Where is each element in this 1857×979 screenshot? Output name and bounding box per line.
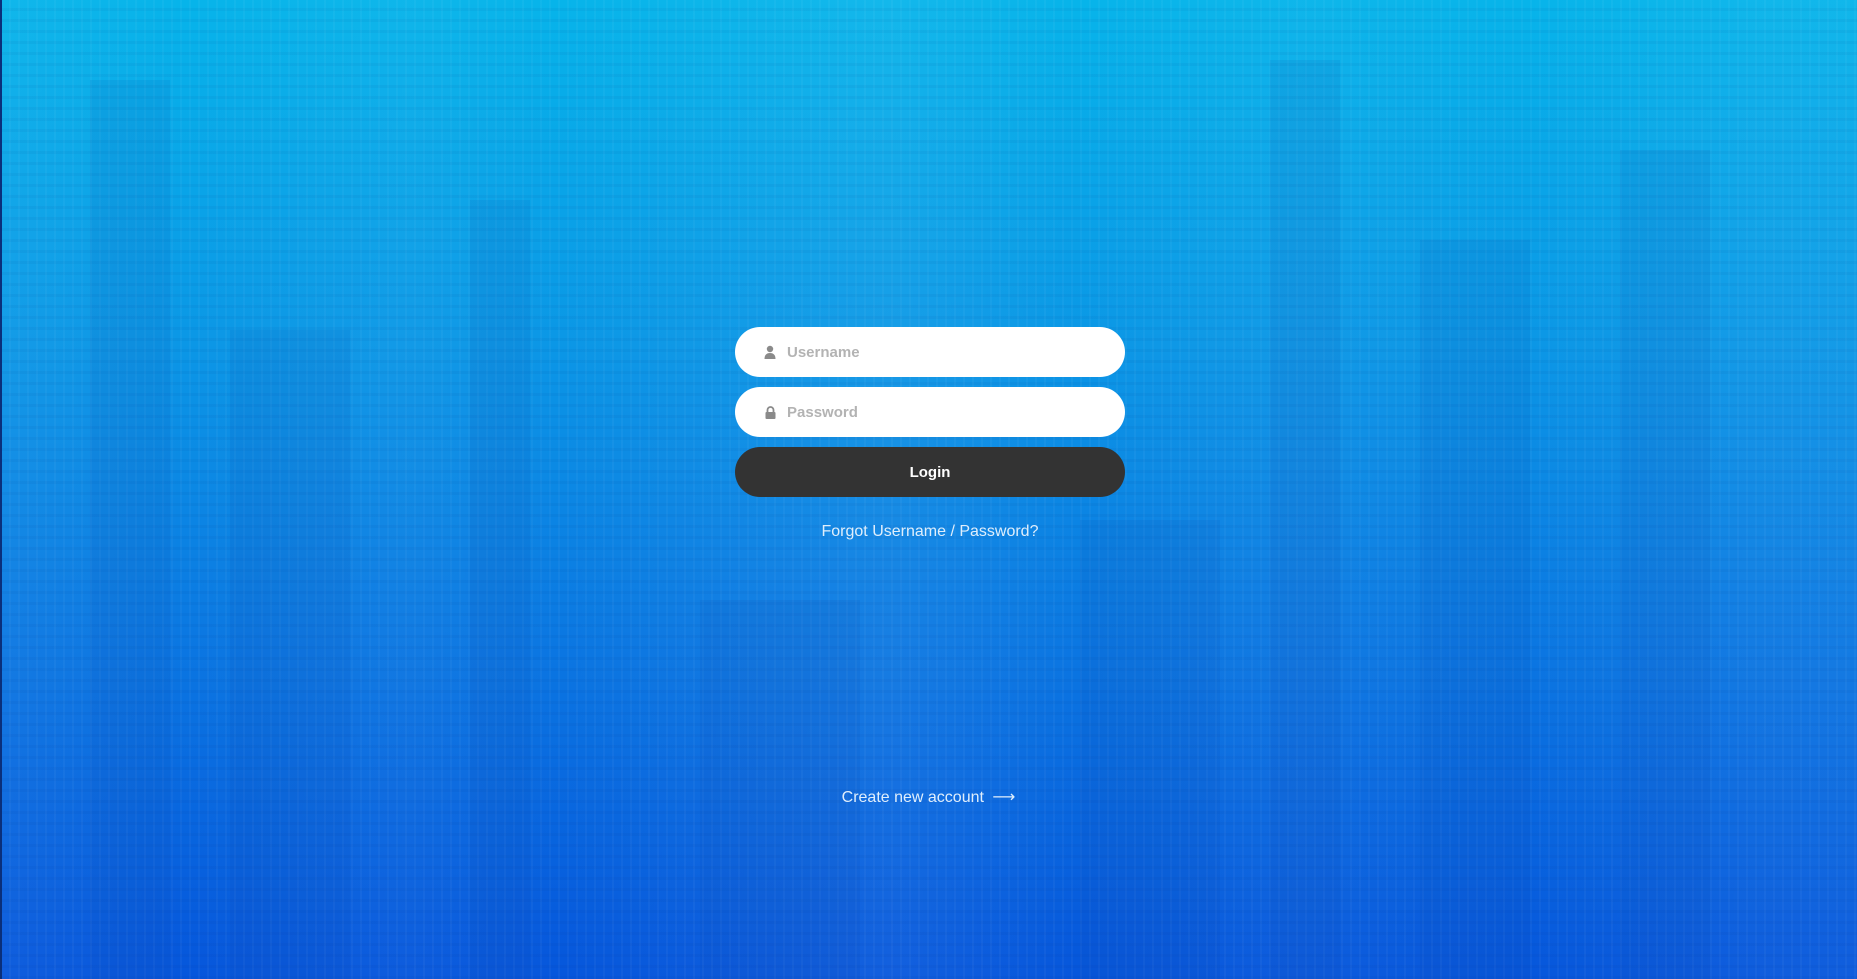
user-icon [763,344,777,360]
password-input[interactable] [787,403,1087,421]
login-button-label: Login [909,463,951,481]
create-account-container: Create new account ⟶ [0,787,1857,807]
password-field[interactable] [735,387,1125,437]
long-arrow-right-icon: ⟶ [992,789,1016,806]
username-input[interactable] [787,343,1087,361]
create-account-label: Create new account [841,789,984,806]
create-account-link[interactable]: Create new account ⟶ [842,789,1016,806]
window-edge [0,0,2,979]
username-field[interactable] [735,327,1125,377]
login-button[interactable]: Login [735,447,1125,497]
forgot-credentials-link[interactable]: Forgot Username / Password? [735,523,1125,541]
login-form: Login Forgot Username / Password? [735,327,1125,541]
lock-icon [763,404,777,420]
